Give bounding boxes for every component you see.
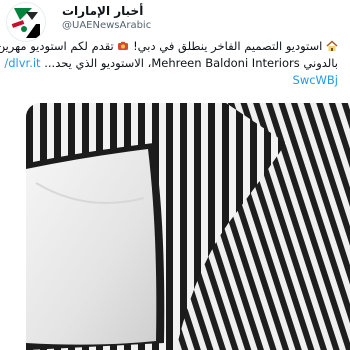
account-name[interactable]: أخبار الإمارات [62, 4, 143, 18]
avatar[interactable] [6, 2, 46, 42]
striped-sofa-photo [26, 103, 350, 350]
tweet-line-2-text: بالدوني Mehreen Baldoni Interiors، الاست… [44, 56, 338, 70]
tweet-link-continued[interactable]: SwcWBj [293, 73, 338, 87]
tweet-line-1-text: استوديو التصميم الفاخر ينطلق في دبي! [133, 39, 323, 53]
tweet-link[interactable]: dlvr.it/ [4, 56, 40, 70]
house-emoji-icon [326, 40, 338, 52]
tweet-line-1: استوديو التصميم الفاخر ينطلق في دبي! تقد… [0, 38, 338, 55]
tweet-card[interactable]: أخبار الإمارات @UAENewsArabic استوديو ال… [0, 0, 350, 350]
tweet-text: استوديو التصميم الفاخر ينطلق في دبي! تقد… [0, 38, 338, 89]
tweet-line-1b-text: تقدم لكم استوديو مهرين [0, 39, 114, 53]
account-handle[interactable]: @UAENewsArabic [62, 20, 151, 31]
tweet-photo[interactable] [26, 103, 350, 350]
tweet-header: أخبار الإمارات @UAENewsArabic [0, 0, 350, 42]
tweet-line-2: بالدوني Mehreen Baldoni Interiors، الاست… [4, 55, 338, 72]
camera-emoji-icon [117, 40, 129, 52]
tweet-line-3: SwcWBj [12, 72, 338, 89]
uae-flag-icon [7, 3, 45, 41]
